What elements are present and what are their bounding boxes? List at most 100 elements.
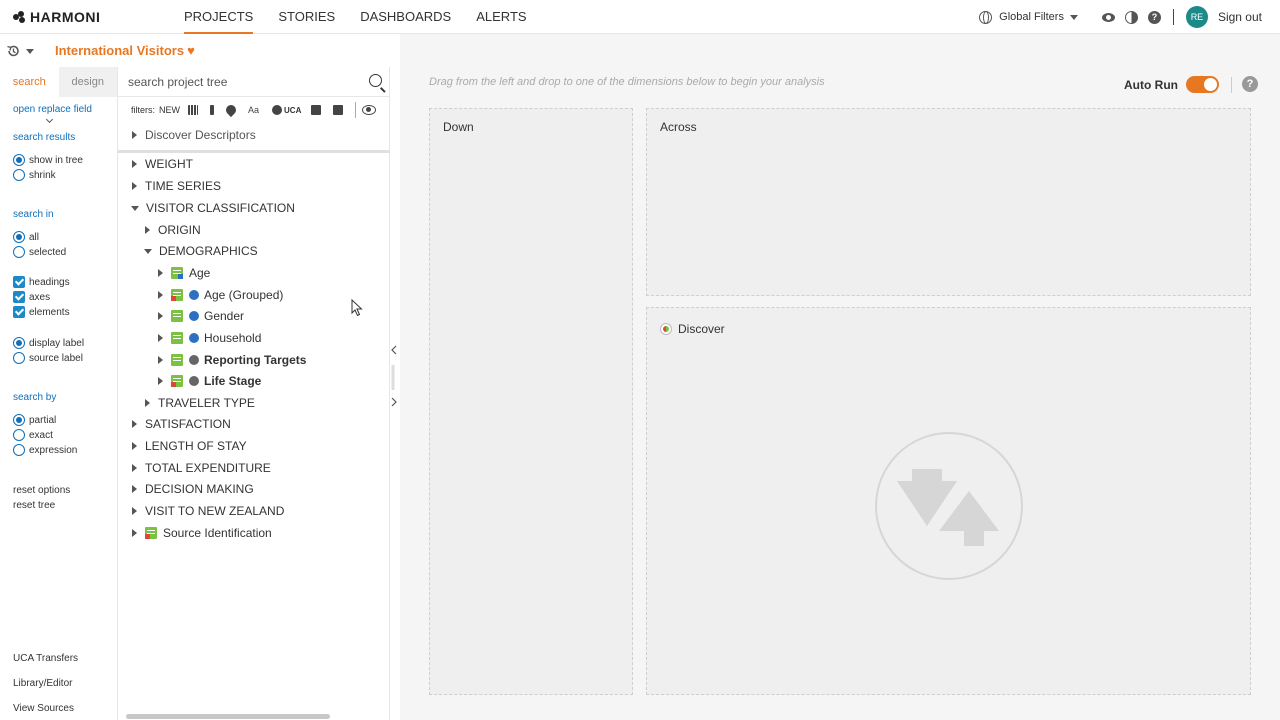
expand-arrow-icon[interactable] [132, 160, 137, 168]
tree-row-discover-descriptors[interactable]: Discover Descriptors [132, 125, 256, 145]
radio-exact[interactable]: exact [13, 428, 53, 442]
expand-arrow-icon[interactable] [145, 399, 150, 407]
tree-row[interactable]: DEMOGRAPHICS [144, 241, 258, 261]
tree-row[interactable]: Source Identification [132, 523, 272, 543]
heart-icon[interactable]: ♥ [187, 43, 195, 58]
expand-arrow-icon[interactable] [158, 377, 163, 385]
cube-filter-icon[interactable] [333, 105, 344, 115]
radio-label: expression [29, 444, 78, 456]
radio-icon [13, 169, 25, 181]
toggle-view-icon[interactable] [362, 105, 377, 115]
tree-row[interactable]: VISIT TO NEW ZEALAND [132, 501, 284, 521]
view-sources-link[interactable]: View Sources [13, 703, 74, 714]
tree-row[interactable]: Age [158, 263, 210, 283]
sign-out-link[interactable]: Sign out [1218, 10, 1262, 24]
eye-icon[interactable] [1101, 12, 1115, 22]
avatar[interactable]: RE [1185, 6, 1208, 28]
variable-icon [171, 289, 183, 301]
radio-partial[interactable]: partial [13, 413, 56, 427]
grid-filter-icon[interactable] [188, 105, 199, 115]
panel-collapse-handle[interactable] [389, 340, 399, 420]
expand-arrow-icon[interactable] [158, 312, 163, 320]
discover-drop-zone[interactable]: Discover [646, 307, 1251, 695]
nav-stories[interactable]: STORIES [278, 0, 335, 34]
expand-arrow-icon[interactable] [132, 182, 137, 190]
variable-icon [171, 310, 183, 322]
tree-row[interactable]: SATISFACTION [132, 414, 231, 434]
radio-selected[interactable]: selected [13, 245, 66, 259]
harmoni-logo[interactable]: HARMONI [13, 9, 100, 25]
contrast-icon[interactable] [1124, 10, 1138, 24]
global-filters-dropdown[interactable]: Global Filters [999, 11, 1078, 23]
reset-options-link[interactable]: reset options [13, 485, 70, 496]
tree-row[interactable]: Life Stage [158, 371, 261, 391]
radio-source-label[interactable]: source label [13, 351, 83, 365]
tree-row-label: WEIGHT [145, 157, 193, 171]
uca-transfers-link[interactable]: UCA Transfers [13, 653, 78, 664]
tab-search[interactable]: search [0, 67, 59, 97]
tree-row[interactable]: TOTAL EXPENDITURE [132, 458, 271, 478]
horizontal-scrollbar[interactable] [126, 714, 330, 719]
search-input[interactable] [128, 73, 358, 91]
tree-row[interactable]: Household [158, 328, 261, 348]
tree-row[interactable]: DECISION MAKING [132, 479, 254, 499]
expand-arrow-icon[interactable] [132, 442, 137, 450]
nav-projects[interactable]: PROJECTS [184, 0, 254, 34]
folder-filter-icon[interactable] [311, 105, 322, 115]
radio-expression[interactable]: expression [13, 443, 77, 457]
radio-shrink[interactable]: shrink [13, 168, 56, 182]
nav-dashboards[interactable]: DASHBOARDS [360, 0, 451, 34]
filter-new-button[interactable]: NEW [159, 105, 180, 115]
expand-arrow-icon[interactable] [158, 291, 163, 299]
radio-label: display label [29, 337, 85, 349]
expand-arrow-icon[interactable] [132, 529, 137, 537]
tab-design[interactable]: design [58, 67, 117, 97]
down-drop-zone[interactable]: Down [429, 108, 633, 695]
tree-row[interactable]: VISITOR CLASSIFICATION [131, 198, 295, 218]
translate-icon[interactable]: Aa [248, 105, 260, 115]
tree-row[interactable]: TIME SERIES [132, 176, 221, 196]
nav-alerts[interactable]: ALERTS [476, 0, 526, 34]
expand-arrow-icon[interactable] [158, 356, 163, 364]
location-pin-icon[interactable] [223, 102, 239, 118]
tree-row[interactable]: ORIGIN [145, 220, 201, 240]
expand-arrow-icon[interactable] [132, 507, 137, 515]
uca-filter-button[interactable]: UCA [272, 105, 301, 115]
across-drop-zone[interactable]: Across [646, 108, 1251, 296]
expand-arrow-icon[interactable] [132, 420, 137, 428]
radio-show-in-tree[interactable]: show in tree [13, 153, 83, 167]
help-icon[interactable]: ? [1242, 76, 1258, 92]
expand-arrow-icon[interactable] [158, 334, 163, 342]
collapse-arrow-icon[interactable] [131, 205, 139, 211]
expand-arrow-icon[interactable] [132, 131, 137, 139]
tree-row[interactable]: WEIGHT [132, 154, 193, 174]
filter-toolbar: filters: NEW Aa UCA [118, 99, 390, 121]
tree-row[interactable]: LENGTH OF STAY [132, 436, 247, 456]
divider [1231, 76, 1232, 93]
auto-run-toggle[interactable] [1186, 76, 1219, 93]
collapse-arrow-icon[interactable] [144, 248, 152, 254]
history-button[interactable] [6, 42, 44, 60]
radio-icon [13, 352, 25, 364]
radio-display-label[interactable]: display label [13, 336, 84, 350]
ruler-filter-icon[interactable] [210, 105, 215, 115]
help-icon[interactable]: ? [1147, 10, 1161, 24]
search-icon[interactable] [369, 74, 382, 87]
expand-arrow-icon[interactable] [145, 226, 150, 234]
radio-all[interactable]: all [13, 230, 39, 244]
tree-row[interactable]: Reporting Targets [158, 350, 306, 370]
expand-arrow-icon[interactable] [132, 464, 137, 472]
reset-tree-link[interactable]: reset tree [13, 500, 55, 511]
tree-row[interactable]: Age (Grouped) [158, 285, 283, 305]
expand-arrow-icon[interactable] [132, 485, 137, 493]
library-editor-link[interactable]: Library/Editor [13, 678, 72, 689]
open-replace-field-link[interactable]: open replace field [13, 104, 92, 115]
tree-row[interactable]: TRAVELER TYPE [145, 393, 255, 413]
expand-arrow-icon[interactable] [158, 269, 163, 277]
checkbox-headings[interactable]: headings [13, 275, 70, 289]
chevron-down-icon[interactable] [45, 115, 54, 124]
tree-row[interactable]: Gender [158, 306, 244, 326]
checkbox-axes[interactable]: axes [13, 290, 50, 304]
project-title[interactable]: International Visitors ♥ [55, 43, 195, 58]
checkbox-elements[interactable]: elements [13, 305, 70, 319]
